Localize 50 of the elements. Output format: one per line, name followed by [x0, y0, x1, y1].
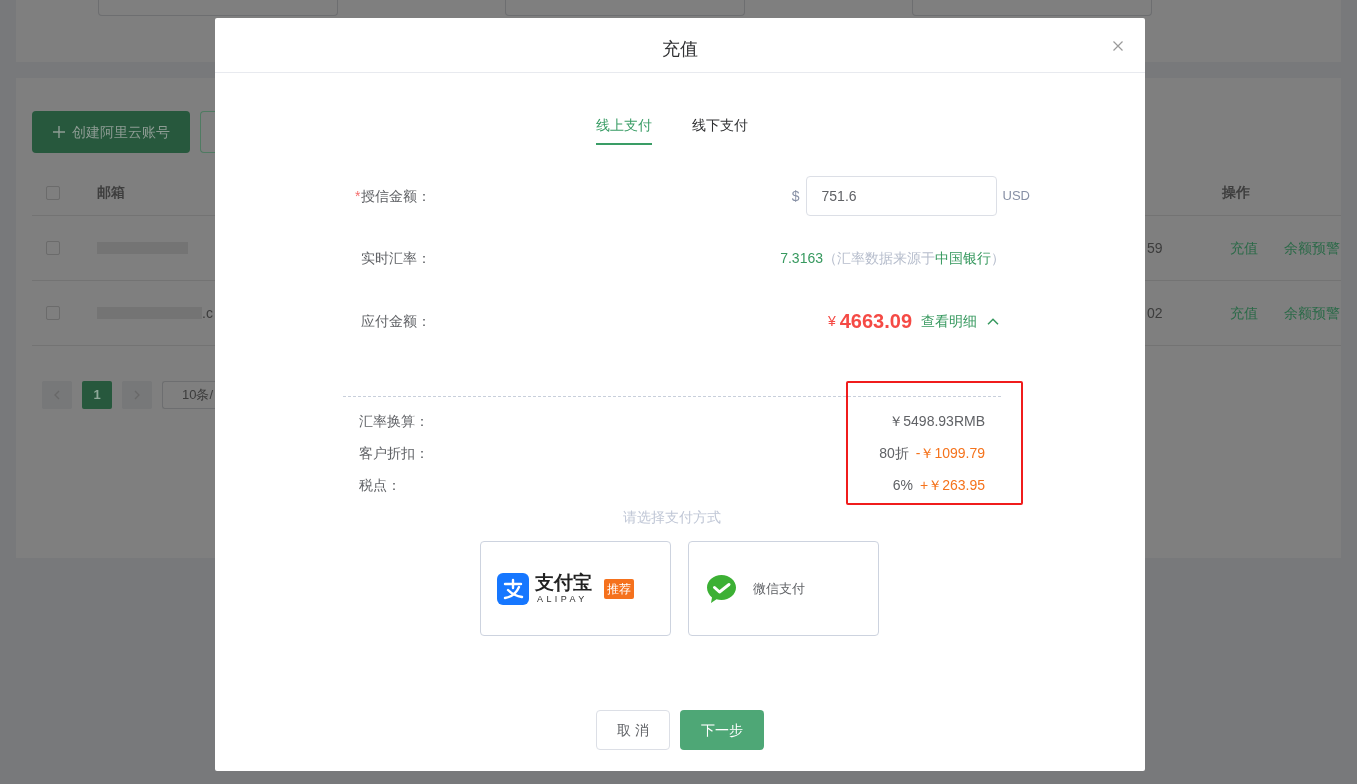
table-cell-text: .c — [202, 303, 213, 323]
breakdown-value: +￥263.95 — [920, 475, 985, 495]
breakdown-value: ￥5498.93RMB — [889, 411, 985, 431]
table-cell-text: 02 — [1147, 303, 1163, 323]
next-step-button[interactable]: 下一步 — [680, 710, 764, 750]
breakdown-note: 80折 — [879, 443, 909, 463]
column-header: 邮箱 — [97, 183, 125, 202]
action-link[interactable]: 余额预警 — [1284, 302, 1340, 324]
rate-source-note: （汇率数据来源于 — [823, 248, 935, 268]
logo-icon — [497, 572, 529, 605]
action-link[interactable]: 充值 — [1230, 302, 1258, 324]
brand-subtitle: ALIPAY — [537, 594, 588, 605]
column-header: 操作 — [1222, 183, 1250, 202]
payment-name: 微信支付 — [753, 579, 805, 598]
bank-name: 中国银行 — [935, 248, 991, 268]
currency-suffix: USD — [1002, 187, 1030, 206]
currency-prefix: $ — [791, 186, 800, 206]
required-mark: * — [355, 186, 361, 206]
tab[interactable]: 线下支付 — [692, 108, 748, 145]
tab[interactable]: 线上支付 — [596, 108, 652, 145]
breakdown-note: 6% — [892, 475, 913, 495]
create-account-button[interactable]: 创建阿里云账号 — [32, 111, 190, 153]
cancel-button[interactable]: 取 消 — [596, 710, 670, 750]
brand-name: 支付宝 — [535, 572, 592, 594]
exchange-rate: 7.3163 — [780, 248, 823, 268]
payable-amount: 4663.09 — [839, 309, 912, 334]
breakdown-label: 税点： — [359, 475, 401, 495]
close-icon[interactable] — [1113, 41, 1123, 51]
breakdown-label: 客户折扣： — [359, 443, 429, 463]
payment-prompt: 请选择支付方式 — [623, 508, 721, 527]
chat-check-icon — [706, 573, 737, 604]
action-link[interactable]: 充值 — [1230, 237, 1258, 259]
dialog-title: 充值 — [662, 38, 698, 61]
table-cell-text: 59 — [1147, 238, 1163, 258]
currency-symbol: ¥ — [827, 311, 836, 331]
details-link[interactable]: 查看明细 — [921, 310, 977, 332]
breakdown-value: -￥1099.79 — [915, 443, 985, 463]
field-label: 应付金额： — [361, 311, 431, 331]
chevron-up-icon[interactable] — [987, 317, 999, 325]
field-label: 授信金额： — [361, 186, 431, 206]
rate-source-note: ） — [991, 248, 1005, 268]
field-label: 实时汇率： — [361, 248, 431, 268]
page-button[interactable]: 1 — [82, 381, 112, 409]
payment-option[interactable]: 支付宝 ALIPAY 推荐 — [480, 541, 671, 636]
action-link[interactable]: 余额预警 — [1284, 237, 1340, 259]
recommend-badge: 推荐 — [604, 578, 634, 599]
plus-icon — [52, 125, 66, 139]
payment-option[interactable]: 微信支付 — [688, 541, 879, 636]
amount-input[interactable]: 751.6 — [805, 176, 997, 216]
breakdown-label: 汇率换算： — [359, 411, 429, 431]
